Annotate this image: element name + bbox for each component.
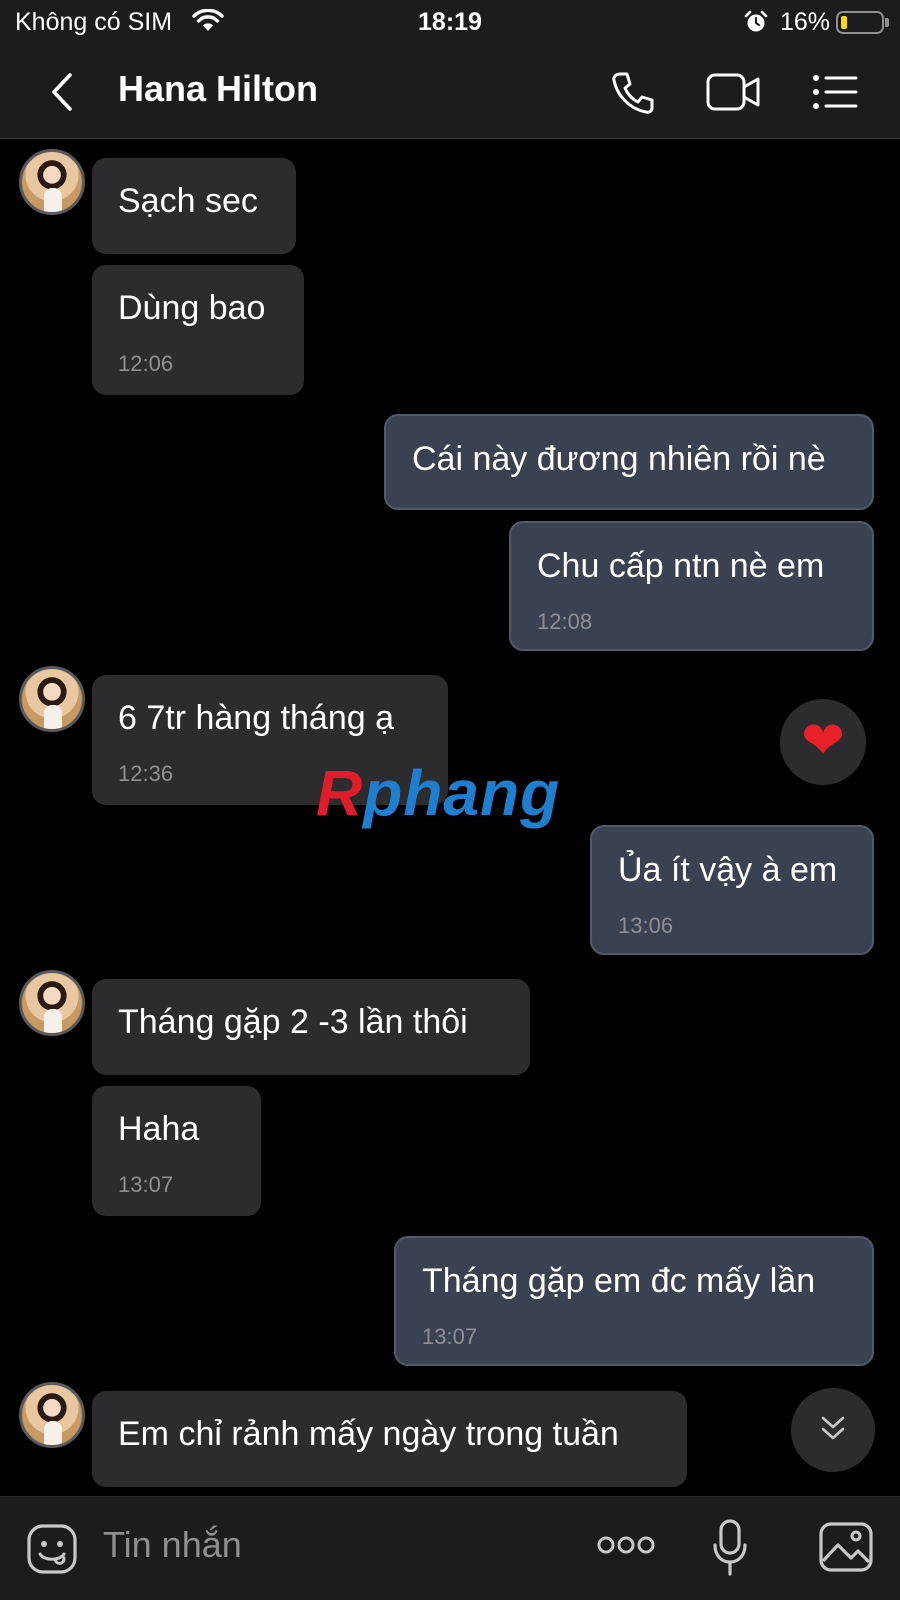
phone-call-icon[interactable] <box>610 70 656 116</box>
message-timestamp: 13:07 <box>118 1172 174 1197</box>
message-text: Ủa ít vậy à em <box>618 851 838 889</box>
battery-level-fill <box>841 16 847 29</box>
status-bar: Không có SIM 18:19 16% <box>0 0 900 46</box>
contact-name[interactable]: Hana Hilton <box>118 68 318 110</box>
message-timestamp: 12:36 <box>118 761 174 786</box>
battery-icon <box>836 11 884 34</box>
message-composer: Tin nhắn <box>0 1496 900 1600</box>
chat-header: Hana Hilton <box>0 46 900 139</box>
message-timestamp: 12:06 <box>118 351 174 376</box>
double-chevron-down-icon <box>821 1416 845 1440</box>
microphone-icon[interactable] <box>712 1519 748 1577</box>
video-call-icon[interactable] <box>706 72 762 112</box>
scroll-to-bottom-button[interactable] <box>791 1388 875 1472</box>
message-bubble-incoming[interactable]: Dùng bao 12:06 <box>92 265 304 395</box>
menu-list-icon[interactable] <box>812 74 858 110</box>
contact-avatar[interactable] <box>19 970 85 1036</box>
message-timestamp: 12:08 <box>537 609 593 634</box>
message-list[interactable]: Sạch sec Dùng bao 12:06 Cái này đương nh… <box>0 139 900 1496</box>
message-input[interactable]: Tin nhắn <box>103 1519 563 1571</box>
message-bubble-incoming[interactable]: Haha 13:07 <box>92 1086 261 1216</box>
image-icon[interactable] <box>818 1521 874 1573</box>
contact-avatar[interactable] <box>19 149 85 215</box>
message-text: Dùng bao <box>118 289 266 327</box>
message-text: 6 7tr hàng tháng ạ <box>118 699 395 737</box>
contact-avatar[interactable] <box>19 666 85 732</box>
message-text: Cái này đương nhiên rồi nè <box>412 440 826 478</box>
message-bubble-outgoing[interactable]: Tháng gặp em đc mấy lần 13:07 <box>394 1236 874 1366</box>
battery-percent: 16% <box>779 8 830 36</box>
message-text: Tháng gặp em đc mấy lần <box>422 1262 816 1300</box>
battery-cap <box>885 18 889 27</box>
message-timestamp: 13:06 <box>618 913 674 938</box>
message-bubble-outgoing[interactable]: Cái này đương nhiên rồi nè <box>384 414 874 510</box>
message-text: Haha <box>118 1110 200 1148</box>
message-text: Chu cấp ntn nè em <box>537 547 825 585</box>
heart-reaction-icon[interactable]: ❤ <box>780 699 866 785</box>
contact-avatar[interactable] <box>19 1382 85 1448</box>
message-text: Em chỉ rảnh mấy ngày trong tuần <box>118 1415 619 1453</box>
message-timestamp: 13:07 <box>422 1324 478 1349</box>
alarm-icon <box>744 10 768 32</box>
message-text: Tháng gặp 2 -3 lần thôi <box>118 1003 468 1041</box>
message-bubble-incoming[interactable]: Em chỉ rảnh mấy ngày trong tuần <box>92 1391 687 1487</box>
message-bubble-incoming[interactable]: Tháng gặp 2 -3 lần thôi <box>92 979 530 1075</box>
back-icon[interactable] <box>48 72 78 112</box>
sticker-icon[interactable] <box>26 1523 78 1575</box>
heart-glyph: ❤ <box>801 712 845 770</box>
message-bubble-outgoing[interactable]: Chu cấp ntn nè em 12:08 <box>509 521 874 651</box>
message-text: Sạch sec <box>118 182 258 220</box>
watermark-logo: Rphang <box>316 757 561 829</box>
message-bubble-incoming[interactable]: Sạch sec <box>92 158 296 254</box>
message-bubble-outgoing[interactable]: Ủa ít vậy à em 13:06 <box>590 825 874 955</box>
more-dots-icon[interactable] <box>596 1533 656 1557</box>
